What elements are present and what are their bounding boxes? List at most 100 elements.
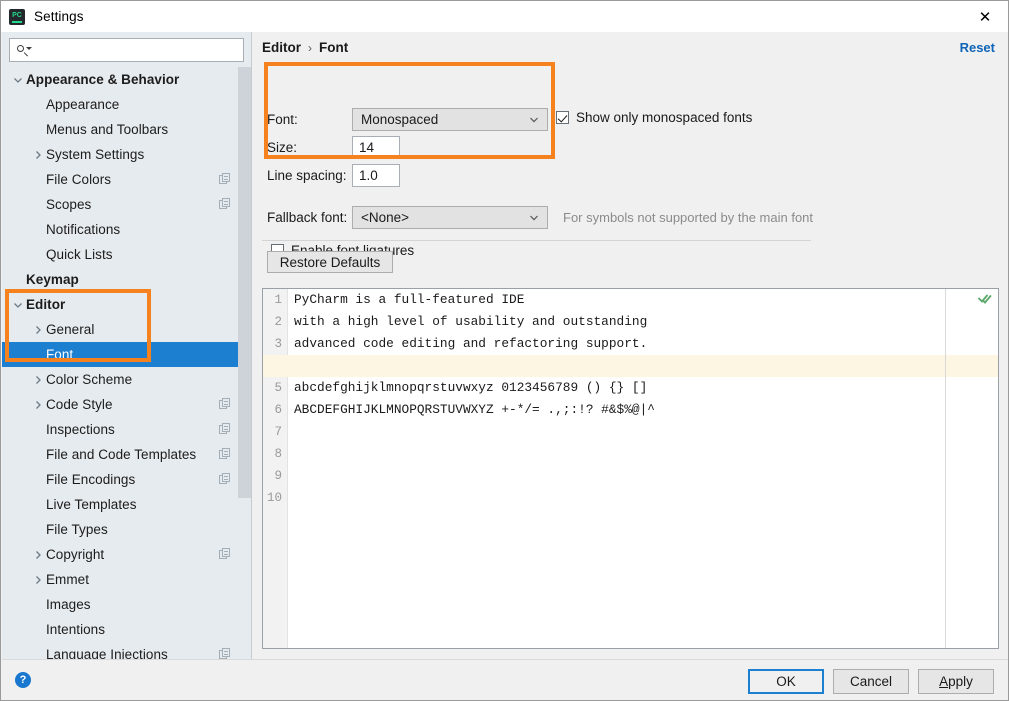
breadcrumb: Editor › Font (262, 40, 348, 55)
sidebar-item-label: Quick Lists (46, 247, 113, 262)
breadcrumb-current: Font (319, 40, 349, 55)
font-preview-editor[interactable]: 12345678910 PyCharm is a full-featured I… (262, 288, 999, 649)
show-monospaced-label: Show only monospaced fonts (576, 110, 753, 125)
title-bar: PC Settings ✕ (1, 1, 1008, 32)
copy-icon[interactable] (219, 398, 232, 411)
font-family-value: Monospaced (361, 112, 439, 127)
line-spacing-label: Line spacing: (267, 168, 347, 183)
search-area (2, 32, 251, 67)
search-box[interactable] (9, 38, 244, 62)
sidebar-item-copyright[interactable]: Copyright (2, 542, 251, 567)
sidebar-item-label: Appearance (46, 97, 120, 112)
line-number: 7 (274, 425, 282, 439)
sidebar-item-general[interactable]: General (2, 317, 251, 342)
line-number-gutter: 12345678910 (263, 289, 288, 648)
preview-line: PyCharm is a full-featured IDE (294, 292, 525, 307)
sidebar-item-editor[interactable]: Editor (2, 292, 251, 317)
sidebar-item-notifications[interactable]: Notifications (2, 217, 251, 242)
sidebar-item-file-types[interactable]: File Types (2, 517, 251, 542)
search-icon (16, 43, 32, 57)
sidebar-item-scopes[interactable]: Scopes (2, 192, 251, 217)
show-monospaced-row[interactable]: Show only monospaced fonts (556, 110, 752, 125)
font-size-input[interactable]: 14 (352, 136, 400, 159)
preview-line (289, 421, 998, 443)
sidebar-item-code-style[interactable]: Code Style (2, 392, 251, 417)
preview-line (289, 487, 998, 509)
sidebar-item-label: Emmet (46, 572, 90, 587)
sidebar-item-appearance-behavior[interactable]: Appearance & Behavior (2, 67, 251, 92)
sidebar-item-appearance[interactable]: Appearance (2, 92, 251, 117)
chevron-right-icon[interactable] (30, 550, 46, 560)
sidebar-item-file-encodings[interactable]: File Encodings (2, 467, 251, 492)
search-input[interactable] (30, 40, 243, 60)
sidebar-item-label: File Colors (46, 172, 112, 187)
sidebar-item-emmet[interactable]: Emmet (2, 567, 251, 592)
fallback-font-label: Fallback font: (267, 210, 348, 225)
size-label: Size: (267, 140, 298, 155)
footer-buttons: OK Cancel Apply (748, 669, 994, 694)
apply-button-mnemonic: A (939, 674, 949, 689)
chevron-right-icon[interactable] (30, 325, 46, 335)
sidebar-item-label: Editor (26, 297, 66, 312)
cancel-button[interactable]: Cancel (833, 669, 909, 694)
fallback-font-dropdown[interactable]: <None> (352, 206, 548, 229)
line-number: 10 (266, 491, 282, 505)
sidebar-item-color-scheme[interactable]: Color Scheme (2, 367, 251, 392)
sidebar-item-inspections[interactable]: Inspections (2, 417, 251, 442)
sidebar-item-label: Inspections (46, 422, 115, 437)
copy-icon[interactable] (219, 548, 232, 561)
line-number: 2 (274, 315, 282, 329)
sidebar-item-label: Code Style (46, 397, 113, 412)
fallback-font-row: Fallback font: <None> For symbols not su… (267, 206, 813, 229)
sidebar-item-live-templates[interactable]: Live Templates (2, 492, 251, 517)
line-spacing-input[interactable]: 1.0 (352, 164, 400, 187)
line-number: 5 (274, 381, 282, 395)
sidebar-item-images[interactable]: Images (2, 592, 251, 617)
sidebar-item-file-colors[interactable]: File Colors (2, 167, 251, 192)
help-icon[interactable]: ? (15, 672, 31, 688)
copy-icon[interactable] (219, 448, 232, 461)
sidebar-item-font[interactable]: Font (2, 342, 251, 367)
sidebar-item-label: File Encodings (46, 472, 136, 487)
sidebar-scrollbar-thumb[interactable] (238, 67, 251, 498)
sidebar-item-label: Notifications (46, 222, 121, 237)
chevron-down-icon[interactable] (10, 300, 26, 310)
close-icon[interactable]: ✕ (962, 1, 1008, 32)
sidebar-item-label: Font (46, 347, 74, 362)
chevron-right-icon[interactable] (30, 150, 46, 160)
sidebar-item-label: Color Scheme (46, 372, 133, 387)
chevron-right-icon[interactable] (30, 375, 46, 385)
double-check-icon[interactable] (978, 292, 992, 306)
copy-icon[interactable] (219, 173, 232, 186)
settings-sidebar: Appearance & Behavior Appearance Menus and… (2, 32, 252, 663)
sidebar-item-label: Keymap (26, 272, 79, 287)
sidebar-item-system-settings[interactable]: System Settings (2, 142, 251, 167)
chevron-right-icon[interactable] (30, 575, 46, 585)
chevron-down-icon (529, 212, 538, 221)
breadcrumb-parent[interactable]: Editor (262, 40, 301, 55)
sidebar-item-quick-lists[interactable]: Quick Lists (2, 242, 251, 267)
copy-icon[interactable] (219, 423, 232, 436)
chevron-right-icon[interactable] (30, 400, 46, 410)
show-monospaced-checkbox[interactable] (556, 111, 569, 124)
pycharm-logo-text: PC (12, 12, 22, 19)
chevron-down-icon[interactable] (10, 75, 26, 85)
preview-code-area[interactable]: PyCharm is a full-featured IDE with a hig… (289, 289, 998, 648)
ok-button[interactable]: OK (748, 669, 824, 694)
sidebar-scrollbar-track[interactable] (238, 67, 251, 663)
reset-link[interactable]: Reset (960, 40, 995, 55)
copy-icon[interactable] (219, 198, 232, 211)
sidebar-item-menus-and-toolbars[interactable]: Menus and Toolbars (2, 117, 251, 142)
sidebar-item-file-and-code-templates[interactable]: File and Code Templates (2, 442, 251, 467)
sidebar-item-keymap[interactable]: Keymap (2, 267, 251, 292)
copy-icon[interactable] (219, 473, 232, 486)
sidebar-item-label: Copyright (46, 547, 105, 562)
sidebar-item-intentions[interactable]: Intentions (2, 617, 251, 642)
preview-line: ABCDEFGHIJKLMNOPQRSTUVWXYZ +-*/= .,;:!? … (294, 402, 655, 417)
font-family-dropdown[interactable]: Monospaced (352, 108, 548, 131)
sidebar-item-label: File and Code Templates (46, 447, 197, 462)
sidebar-item-label: General (46, 322, 95, 337)
restore-defaults-button[interactable]: Restore Defaults (267, 251, 393, 273)
breadcrumb-separator-icon: › (308, 40, 312, 55)
apply-button[interactable]: Apply (918, 669, 994, 694)
